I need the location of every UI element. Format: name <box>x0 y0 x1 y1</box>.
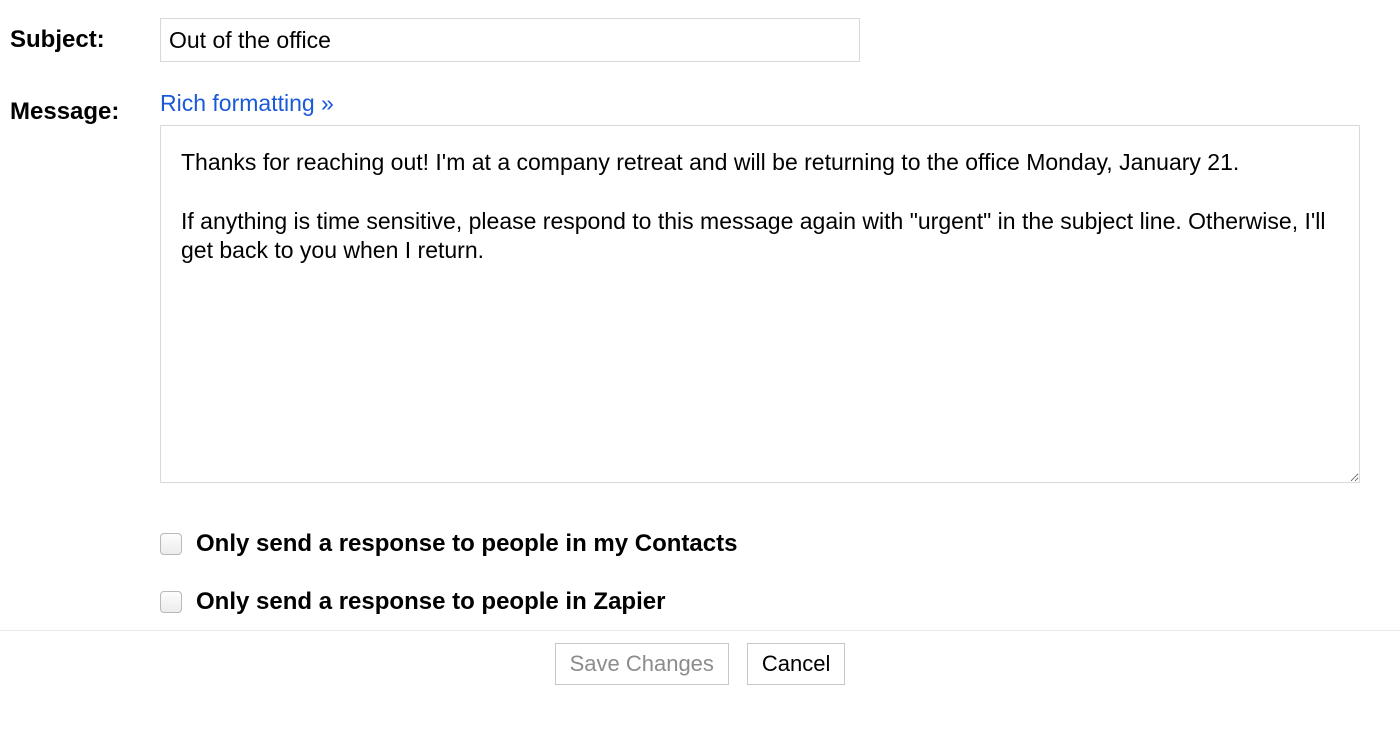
only-org-label[interactable]: Only send a response to people in Zapier <box>196 588 665 616</box>
message-label: Message: <box>10 90 160 127</box>
cancel-button[interactable]: Cancel <box>747 643 845 685</box>
rich-formatting-link[interactable]: Rich formatting » <box>160 90 334 117</box>
option-only-contacts: Only send a response to people in my Con… <box>160 530 1390 558</box>
options-group: Only send a response to people in my Con… <box>10 530 1390 616</box>
save-changes-button[interactable]: Save Changes <box>555 643 729 685</box>
message-textarea[interactable] <box>160 125 1360 483</box>
message-row: Message: Rich formatting » <box>10 90 1390 488</box>
option-only-org: Only send a response to people in Zapier <box>160 588 1390 616</box>
footer-actions: Save Changes Cancel <box>0 630 1400 685</box>
only-org-checkbox[interactable] <box>160 591 182 613</box>
subject-row: Subject: <box>10 18 1390 62</box>
subject-label: Subject: <box>10 18 160 55</box>
only-contacts-label[interactable]: Only send a response to people in my Con… <box>196 530 737 558</box>
subject-input[interactable] <box>160 18 860 62</box>
only-contacts-checkbox[interactable] <box>160 533 182 555</box>
